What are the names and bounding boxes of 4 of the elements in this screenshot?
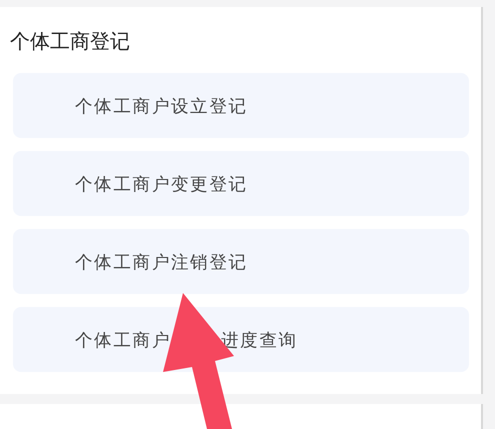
menu-item[interactable]: 个体工商户设立登记 [13,73,469,138]
menu-item[interactable]: 个体工商户注销登记 [13,229,469,294]
section-title: 个体工商登记 [10,28,131,55]
menu-item[interactable]: 个体工商户变更登记 [13,151,469,216]
